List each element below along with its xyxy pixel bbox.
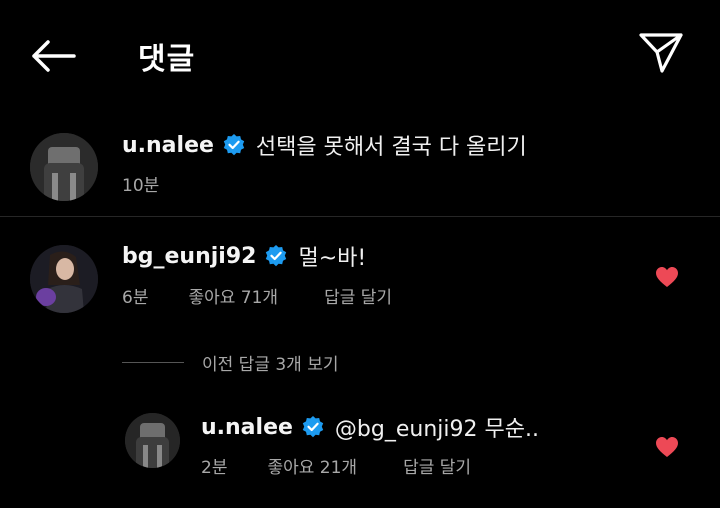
avatar[interactable] bbox=[30, 245, 98, 313]
back-button[interactable] bbox=[28, 36, 78, 76]
comment-text: @bg_eunji92 무순.. bbox=[334, 417, 539, 442]
avatar[interactable] bbox=[125, 413, 180, 468]
page-title: 댓글 bbox=[138, 42, 196, 77]
arrow-left-icon bbox=[32, 40, 76, 72]
profile-photo-icon bbox=[30, 133, 98, 201]
header: 댓글 bbox=[0, 0, 720, 110]
comment-text: 멀~바! bbox=[298, 246, 367, 271]
view-replies-button[interactable]: 이전 답글 3개 보기 bbox=[122, 350, 339, 375]
timestamp: 2분 bbox=[201, 458, 228, 478]
profile-photo-icon bbox=[125, 413, 180, 468]
heart-icon bbox=[656, 267, 678, 287]
share-button[interactable] bbox=[636, 30, 686, 76]
heart-icon bbox=[656, 437, 678, 457]
comment-line: bg_eunji92 멀~바! bbox=[122, 241, 367, 272]
verified-badge-icon bbox=[222, 133, 246, 157]
comment-meta: 6분 좋아요 71개 답글 달기 bbox=[122, 283, 392, 308]
reply-line: u.nalee @bg_eunji92 무순.. bbox=[201, 412, 539, 443]
like-button[interactable] bbox=[655, 266, 679, 288]
likes-count[interactable]: 좋아요 21개 bbox=[267, 453, 357, 478]
username[interactable]: bg_eunji92 bbox=[122, 244, 256, 269]
username[interactable]: u.nalee bbox=[201, 415, 293, 440]
like-button[interactable] bbox=[655, 436, 679, 458]
username[interactable]: u.nalee bbox=[122, 133, 214, 158]
comment-line: u.nalee 선택을 못해서 결국 다 올리기 bbox=[122, 130, 527, 161]
likes-count[interactable]: 좋아요 71개 bbox=[188, 283, 278, 308]
comment-meta: 10분 bbox=[122, 171, 159, 196]
divider-line bbox=[122, 362, 184, 363]
divider bbox=[0, 216, 720, 217]
paper-plane-icon bbox=[639, 33, 683, 73]
verified-badge-icon bbox=[301, 415, 325, 439]
avatar[interactable] bbox=[30, 133, 98, 201]
view-replies-label: 이전 답글 3개 보기 bbox=[202, 355, 339, 375]
verified-badge-icon bbox=[264, 244, 288, 268]
reply-button[interactable]: 답글 달기 bbox=[324, 283, 392, 308]
profile-photo-icon bbox=[30, 245, 98, 313]
timestamp: 10분 bbox=[122, 176, 160, 196]
comment-meta: 2분 좋아요 21개 답글 달기 bbox=[201, 453, 471, 478]
timestamp: 6분 bbox=[122, 288, 149, 308]
comment-text: 선택을 못해서 결국 다 올리기 bbox=[255, 135, 527, 160]
reply-button[interactable]: 답글 달기 bbox=[403, 453, 471, 478]
